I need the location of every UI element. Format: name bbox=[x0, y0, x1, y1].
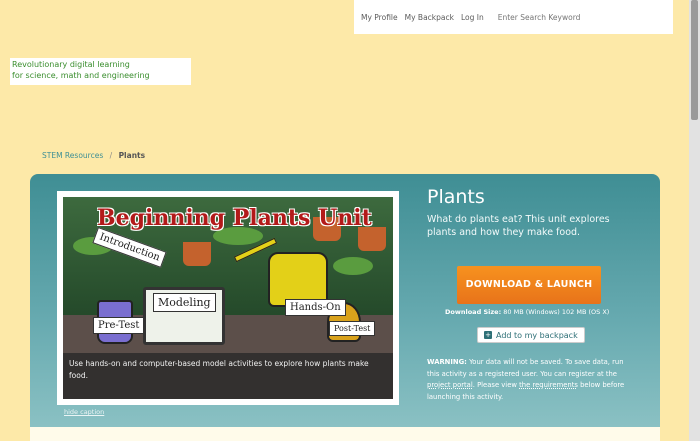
warning-message: WARNING: Your data will not be saved. To… bbox=[427, 357, 637, 403]
image-caption: Use hands-on and computer-based model ac… bbox=[63, 353, 393, 399]
tag-pre-test: Pre-Test bbox=[93, 317, 145, 334]
project-portal-link[interactable]: project portal bbox=[427, 381, 473, 389]
hero-image-frame: Beginning Plants Unit Introduction Pre-T… bbox=[57, 191, 399, 405]
download-size-label: Download Size: bbox=[445, 308, 502, 316]
hero-image-title: Beginning Plants Unit bbox=[97, 205, 372, 231]
download-size: Download Size: 80 MB (Windows) 102 MB (O… bbox=[445, 308, 635, 316]
breadcrumb-stem-resources[interactable]: STEM Resources bbox=[42, 151, 103, 160]
activity-title: Plants bbox=[427, 186, 485, 208]
warning-label: WARNING: bbox=[427, 358, 467, 366]
warning-text-2: . Please view bbox=[472, 381, 517, 389]
tagline-line-2: for science, math and engineering bbox=[12, 71, 150, 80]
leaf-shape bbox=[333, 257, 373, 275]
tagline-line-1: Revolutionary digital learning bbox=[12, 60, 130, 69]
top-nav-bar: My Profile My Backpack Log In bbox=[354, 0, 673, 34]
site-tagline: Revolutionary digital learning for scien… bbox=[10, 58, 191, 85]
activity-description: What do plants eat? This unit explores p… bbox=[427, 214, 610, 238]
add-to-backpack-label: Add to my backpack bbox=[496, 330, 578, 340]
scrollbar-thumb[interactable] bbox=[691, 0, 698, 120]
my-profile-link[interactable]: My Profile bbox=[361, 13, 398, 22]
requirements-link[interactable]: the requirements bbox=[519, 381, 578, 389]
scrollbar[interactable] bbox=[689, 0, 700, 441]
download-launch-button[interactable]: DOWNLOAD & LAUNCH bbox=[457, 266, 601, 304]
lower-content-area bbox=[30, 427, 660, 441]
breadcrumb-current: Plants bbox=[118, 151, 146, 160]
tag-modeling: Modeling bbox=[153, 293, 216, 312]
tag-hands-on: Hands-On bbox=[285, 299, 346, 316]
download-size-value: 80 MB (Windows) 102 MB (OS X) bbox=[503, 308, 610, 316]
breadcrumb: STEM Resources / Plants bbox=[42, 151, 145, 160]
flower-pot bbox=[183, 242, 211, 266]
hero-illustration: Beginning Plants Unit Introduction Pre-T… bbox=[63, 197, 393, 399]
add-to-backpack-button[interactable]: + Add to my backpack bbox=[477, 327, 585, 343]
tag-post-test: Post-Test bbox=[329, 321, 376, 336]
search-input[interactable] bbox=[497, 12, 618, 22]
hide-caption-link[interactable]: hide caption bbox=[64, 408, 104, 416]
breadcrumb-separator: / bbox=[109, 151, 113, 160]
my-backpack-link[interactable]: My Backpack bbox=[405, 13, 454, 22]
activity-panel: Beginning Plants Unit Introduction Pre-T… bbox=[30, 174, 660, 441]
plus-icon: + bbox=[484, 331, 492, 339]
activity-info: Plants What do plants eat? This unit exp… bbox=[427, 186, 637, 401]
login-link[interactable]: Log In bbox=[461, 13, 484, 22]
